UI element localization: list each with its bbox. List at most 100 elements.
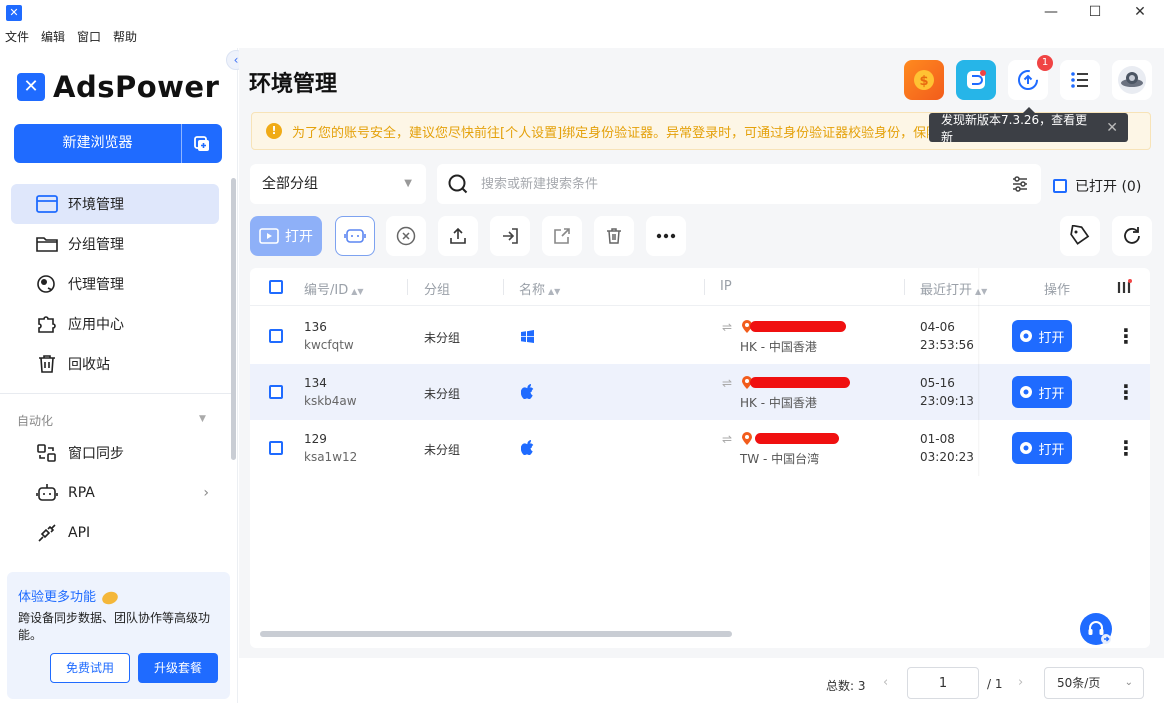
refresh-button[interactable] xyxy=(1112,216,1152,256)
chevron-right-icon: › xyxy=(203,485,209,501)
nav-item-api[interactable]: API xyxy=(11,513,219,553)
move-to-group-button[interactable] xyxy=(490,216,530,256)
filter-settings-icon[interactable] xyxy=(1011,175,1029,193)
close-selected-button[interactable] xyxy=(386,216,426,256)
table-header: 编号/ID ▲▼ 分组 名称 ▲▼ IP 最近打开 ▲▼ 操作 xyxy=(250,268,1150,306)
customer-support-button[interactable] xyxy=(1080,613,1112,645)
more-vertical-icon[interactable]: ⋮ xyxy=(1116,438,1136,458)
upload-icon xyxy=(450,227,466,244)
automation-section-label[interactable]: 自动化 xyxy=(17,412,53,429)
last-open-date: 04-06 xyxy=(920,320,955,334)
new-browser-label[interactable]: 新建浏览器 xyxy=(14,124,181,163)
profile-group: 未分组 xyxy=(424,443,461,457)
trash-icon xyxy=(39,355,55,373)
profile-number: 129 xyxy=(304,432,327,446)
search-input[interactable] xyxy=(481,164,981,204)
sort-icon: ▲▼ xyxy=(975,287,988,296)
more-actions-button[interactable] xyxy=(646,216,686,256)
sidebar-scrollbar[interactable] xyxy=(231,178,236,460)
more-vertical-icon[interactable]: ⋮ xyxy=(1116,326,1136,346)
page-size-select[interactable]: 50条/页 ⌄ xyxy=(1044,667,1144,699)
table-row[interactable]: 136 kwcfqtw 未分组 ⇌ HK - 中国香港 04-06 23:53:… xyxy=(250,308,1150,364)
open-profile-button[interactable]: 打开 xyxy=(1012,432,1072,464)
browser-open-icon xyxy=(1020,330,1033,342)
maximize-button[interactable]: ☐ xyxy=(1075,0,1115,26)
nav-item-app-center[interactable]: 应用中心 xyxy=(11,304,219,344)
column-separator xyxy=(407,279,408,295)
rpa-button[interactable] xyxy=(335,216,375,256)
batch-create-button[interactable] xyxy=(181,124,222,163)
next-page-icon[interactable]: › xyxy=(1018,675,1023,690)
title-bar: ✕ — ☐ ✕ xyxy=(0,0,1164,26)
close-icon[interactable]: ✕ xyxy=(1106,120,1118,136)
profile-id: ksa1w12 xyxy=(304,450,358,464)
menu-edit[interactable]: 编辑 xyxy=(41,28,65,48)
search-box[interactable] xyxy=(437,164,1041,204)
column-settings-icon[interactable] xyxy=(1116,279,1132,295)
menu-window[interactable]: 窗口 xyxy=(77,28,101,48)
group-select[interactable]: 全部分组 ▼ xyxy=(250,164,426,204)
browser-open-icon xyxy=(1020,386,1033,398)
profile-group: 未分组 xyxy=(424,331,461,345)
brand-name: AdsPower xyxy=(53,70,220,104)
sort-icon: ▲▼ xyxy=(548,287,561,296)
nav-item-proxies[interactable]: 代理管理 xyxy=(11,264,219,304)
free-trial-button[interactable]: 免费试用 xyxy=(50,653,130,683)
column-name[interactable]: 名称 ▲▼ xyxy=(519,279,560,298)
update-button[interactable]: 1 xyxy=(1008,55,1053,100)
update-tooltip[interactable]: 发现新版本7.3.26，查看更新 ✕ xyxy=(929,107,1128,145)
nav-item-window-sync[interactable]: 窗口同步 xyxy=(11,433,219,473)
sync-app-button[interactable] xyxy=(956,60,996,100)
open-profile-button[interactable]: 打开 xyxy=(1012,320,1072,352)
sidebar-divider xyxy=(0,393,232,394)
open-profile-label: 打开 xyxy=(1038,330,1065,346)
last-open-date: 01-08 xyxy=(920,432,955,446)
table-row[interactable]: 134 kskb4aw 未分组 ⇌ HK - 中国香港 05-16 23:09:… xyxy=(250,364,1150,420)
row-checkbox[interactable] xyxy=(269,441,283,455)
close-button[interactable]: ✕ xyxy=(1120,0,1160,26)
page-number-input[interactable] xyxy=(907,667,979,699)
menu-help[interactable]: 帮助 xyxy=(113,28,137,48)
minimize-button[interactable]: — xyxy=(1031,0,1071,26)
add-copy-icon xyxy=(194,135,209,151)
task-list-button[interactable] xyxy=(1060,60,1100,100)
chevron-down-icon[interactable]: ▼ xyxy=(199,414,206,424)
menu-file[interactable]: 文件 xyxy=(5,28,29,48)
tooltip-text[interactable]: 发现新版本7.3.26，查看更新 xyxy=(941,111,1098,145)
export-button[interactable] xyxy=(542,216,582,256)
more-vertical-icon[interactable]: ⋮ xyxy=(1116,382,1136,402)
chevron-down-icon: ▼ xyxy=(404,178,412,189)
upload-button[interactable] xyxy=(438,216,478,256)
table-row[interactable]: 129 ksa1w12 未分组 ⇌ TW - 中国台湾 01-08 03:20:… xyxy=(250,420,1150,476)
column-id[interactable]: 编号/ID ▲▼ xyxy=(304,279,364,298)
horizontal-scrollbar[interactable] xyxy=(260,631,732,637)
rewards-button[interactable]: $ xyxy=(904,60,944,100)
opened-filter[interactable]: 已打开 (0) xyxy=(1053,176,1141,196)
opened-checkbox[interactable] xyxy=(1053,179,1067,193)
sort-icon: ▲▼ xyxy=(351,287,364,296)
user-avatar-button[interactable] xyxy=(1112,60,1152,100)
warning-icon: ! xyxy=(266,123,282,139)
trash-icon xyxy=(607,228,621,244)
row-checkbox[interactable] xyxy=(269,385,283,399)
nav-item-recycle-bin[interactable]: 回收站 xyxy=(11,344,219,384)
new-browser-button[interactable]: 新建浏览器 xyxy=(14,124,222,163)
svg-text:$: $ xyxy=(919,74,928,89)
nav-item-groups[interactable]: 分组管理 xyxy=(11,224,219,264)
ip-region: HK - 中国香港 xyxy=(740,396,817,410)
chevron-down-icon: ⌄ xyxy=(1124,677,1133,688)
nav-item-browser-profiles[interactable]: 环境管理 xyxy=(11,184,219,224)
search-icon xyxy=(448,174,468,194)
open-profile-button[interactable]: 打开 xyxy=(1012,376,1072,408)
menu-bar: 文件 编辑 窗口 帮助 xyxy=(0,28,137,48)
delete-button[interactable] xyxy=(594,216,634,256)
row-checkbox[interactable] xyxy=(269,329,283,343)
open-selected-button[interactable]: 打开 xyxy=(250,216,322,256)
nav-item-rpa[interactable]: RPA › xyxy=(11,473,219,513)
column-separator xyxy=(904,279,905,295)
tag-button[interactable] xyxy=(1060,216,1100,256)
prev-page-icon[interactable]: ‹ xyxy=(883,675,888,690)
select-all-checkbox[interactable] xyxy=(269,280,283,294)
column-group: 分组 xyxy=(424,283,451,298)
upgrade-plan-button[interactable]: 升级套餐 xyxy=(138,653,218,683)
